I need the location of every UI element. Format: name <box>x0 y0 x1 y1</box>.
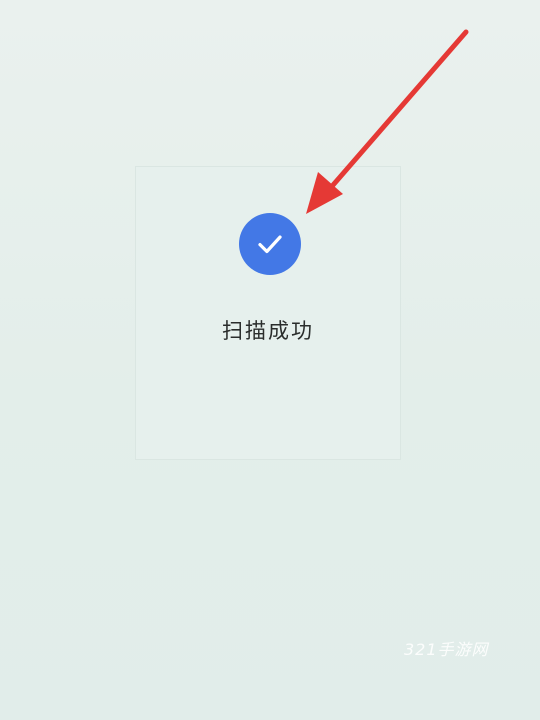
check-icon <box>258 235 282 254</box>
scan-status-text: 扫描成功 <box>222 319 314 343</box>
success-badge <box>239 213 301 275</box>
scan-result-panel: 扫描成功 <box>135 166 401 460</box>
watermark-text: 321手游网 <box>404 640 489 659</box>
